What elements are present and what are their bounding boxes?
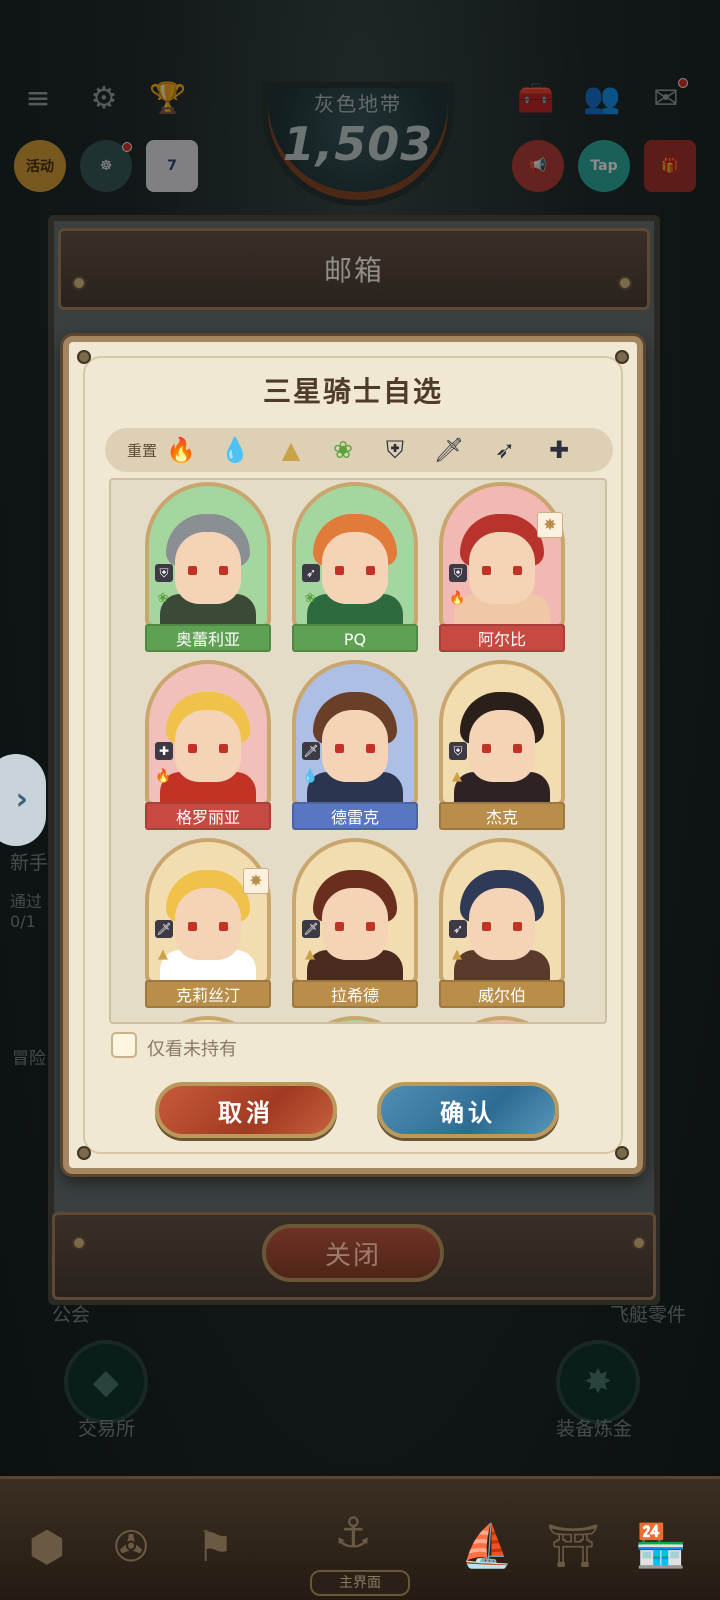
class-icon: ➶ — [302, 564, 320, 582]
class-icon: 🗡 — [302, 742, 320, 760]
nav-door-icon[interactable]: ⛩ — [538, 1508, 608, 1584]
element-icon: ❀ — [157, 591, 169, 606]
close-button[interactable]: 关闭 — [262, 1224, 444, 1282]
knight-card[interactable]: ⛨ 🔥 ✸ 阿尔比 — [439, 482, 565, 652]
knight-name: 阿尔比 — [439, 624, 565, 652]
mailbox-header: 邮箱 — [58, 228, 650, 310]
rivet — [618, 276, 632, 290]
rivet — [77, 1146, 91, 1160]
knight-eyes — [188, 566, 228, 575]
water-filter-icon[interactable]: 💧 — [217, 432, 253, 468]
support-class-filter-icon[interactable]: ✚ — [541, 432, 577, 468]
nav-emblem-icon[interactable]: ⬢ — [12, 1508, 82, 1584]
confirm-button[interactable]: 确认 — [377, 1082, 559, 1138]
warrior-class-filter-icon[interactable]: 🗡 — [431, 432, 467, 468]
knight-card-peek[interactable] — [292, 1016, 418, 1022]
knight-name: 德雷克 — [292, 802, 418, 830]
knight-name: 威尔伯 — [439, 980, 565, 1008]
knight-card[interactable]: ➶ ▲ 威尔伯 — [439, 838, 565, 1008]
knight-card[interactable]: 🗡 ▲ ✸ 克莉丝汀 — [145, 838, 271, 1008]
class-icon: 🗡 — [302, 920, 320, 938]
class-icon: ⛨ — [155, 564, 173, 582]
knight-eyes — [482, 922, 522, 931]
knight-name: 拉希德 — [292, 980, 418, 1008]
nav-banner-icon[interactable]: ⚑ — [180, 1508, 250, 1584]
knight-eyes — [188, 744, 228, 753]
rivet — [615, 350, 629, 364]
knight-eyes — [335, 566, 375, 575]
bottom-nav: ⬢ ✇ ⚑ ⚓ 主界面 ⛵ ⛩ 🏪 — [0, 1476, 720, 1600]
rivet — [72, 1236, 86, 1250]
earth-filter-icon[interactable]: ▲ — [273, 432, 309, 468]
knight-card[interactable]: ⛨ ▲ 杰克 — [439, 660, 565, 830]
ranger-class-filter-icon[interactable]: ➶ — [487, 432, 523, 468]
knight-card-peek[interactable] — [145, 1016, 271, 1022]
cancel-button-label: 取消 — [218, 1098, 274, 1127]
knight-select-dialog: 三星骑士自选 重置 🔥 💧 ▲ ❀ ⛨ 🗡 ➶ ✚ ⛨ ❀ 奥蕾利亚 ➶ ❀ PQ ⛨ 🔥 ✸ 阿尔比 ✚ 🔥 格罗丽… — [63, 336, 643, 1174]
dialog-title: 三星骑士自选 — [262, 375, 443, 408]
compass-star-icon: ✸ — [243, 868, 269, 894]
element-icon: 🔥 — [449, 591, 466, 606]
confirm-button-label: 确认 — [440, 1098, 496, 1127]
rivet — [615, 1146, 629, 1160]
knight-card[interactable]: 🗡 💧 德雷克 — [292, 660, 418, 830]
class-icon: ➶ — [449, 920, 467, 938]
knight-card[interactable]: ⛨ ❀ 奥蕾利亚 — [145, 482, 271, 652]
nav-anchor-icon[interactable]: ⚓ — [318, 1494, 388, 1570]
nav-propeller-icon[interactable]: ✇ — [96, 1508, 166, 1584]
class-icon: ✚ — [155, 742, 173, 760]
knight-name: 奥蕾利亚 — [145, 624, 271, 652]
nav-ship-icon[interactable]: ⛵ — [452, 1508, 522, 1584]
knight-eyes — [482, 744, 522, 753]
tank-class-filter-icon[interactable]: ⛨ — [377, 432, 413, 468]
knight-name: 格罗丽亚 — [145, 802, 271, 830]
only-unowned-label: 仅看未持有 — [147, 1039, 237, 1060]
knight-card[interactable]: 🗡 ▲ 拉希德 — [292, 838, 418, 1008]
class-icon: ⛨ — [449, 564, 467, 582]
element-icon: 🔥 — [155, 769, 172, 784]
element-icon: ▲ — [452, 947, 462, 962]
mailbox-title: 邮箱 — [323, 254, 384, 287]
knight-card[interactable]: ➶ ❀ PQ — [292, 482, 418, 652]
knight-name: PQ — [292, 624, 418, 652]
fire-filter-icon[interactable]: 🔥 — [163, 432, 199, 468]
element-icon: 💧 — [302, 769, 319, 784]
side-expand-arrow[interactable]: › — [0, 754, 46, 846]
rivet — [77, 350, 91, 364]
knight-eyes — [335, 922, 375, 931]
only-unowned-checkbox[interactable] — [111, 1032, 137, 1058]
rivet — [72, 276, 86, 290]
wind-filter-icon[interactable]: ❀ — [325, 432, 361, 468]
nav-home-label: 主界面 — [310, 1570, 410, 1596]
knight-grid: ⛨ ❀ 奥蕾利亚 ➶ ❀ PQ ⛨ 🔥 ✸ 阿尔比 ✚ 🔥 格罗丽亚 🗡 💧 德雷克 ⛨ ▲ 杰克 🗡 ▲ ✸ 克莉丝汀 🗡 ▲… — [109, 478, 607, 1024]
filter-bar: 重置 🔥 💧 ▲ ❀ ⛨ 🗡 ➶ ✚ — [105, 428, 613, 472]
knight-card[interactable]: ✚ 🔥 格罗丽亚 — [145, 660, 271, 830]
rivet — [632, 1236, 646, 1250]
class-icon: 🗡 — [155, 920, 173, 938]
reset-button[interactable]: 重置 — [127, 440, 157, 461]
close-button-label: 关闭 — [324, 1240, 381, 1271]
class-icon: ⛨ — [449, 742, 467, 760]
knight-card-peek[interactable] — [439, 1016, 565, 1022]
knight-name: 杰克 — [439, 802, 565, 830]
nav-shop-icon[interactable]: 🏪 — [626, 1508, 696, 1584]
element-icon: ▲ — [452, 769, 462, 784]
knight-eyes — [482, 566, 522, 575]
element-icon: ▲ — [158, 947, 168, 962]
knight-eyes — [188, 922, 228, 931]
compass-star-icon: ✸ — [537, 512, 563, 538]
element-icon: ❀ — [304, 591, 316, 606]
element-icon: ▲ — [305, 947, 315, 962]
cancel-button[interactable]: 取消 — [155, 1082, 337, 1138]
knight-eyes — [335, 744, 375, 753]
knight-name: 克莉丝汀 — [145, 980, 271, 1008]
